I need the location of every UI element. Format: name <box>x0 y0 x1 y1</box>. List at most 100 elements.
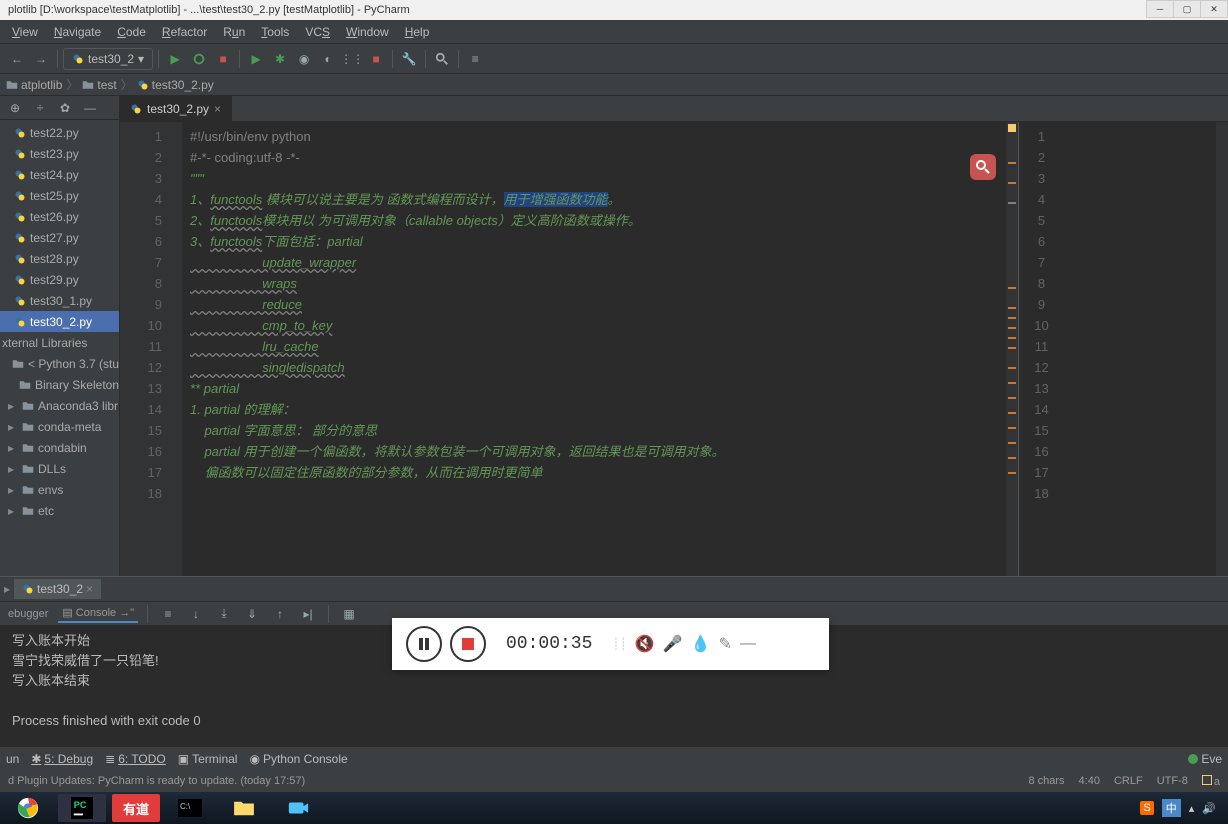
run-config-selector[interactable]: test30_2 ▾ <box>63 48 153 70</box>
target-icon[interactable]: ⊕ <box>4 97 26 119</box>
menu-window[interactable]: Window <box>338 22 397 42</box>
evaluate-icon[interactable]: ▦ <box>338 603 360 625</box>
draw-icon[interactable]: ✎ <box>719 634 732 654</box>
error-stripe[interactable] <box>1006 122 1018 576</box>
pycharm-app[interactable]: PC <box>58 794 106 822</box>
force-step-icon[interactable]: ⇓ <box>241 603 263 625</box>
concurrency-button[interactable]: ⋮⋮ <box>341 48 363 70</box>
minimize-rec-icon[interactable]: — <box>740 635 756 653</box>
menu-code[interactable]: Code <box>109 22 154 42</box>
tree-file[interactable]: test27.py <box>0 227 119 248</box>
tree-file[interactable]: test28.py <box>0 248 119 269</box>
close-icon[interactable]: × <box>214 102 221 116</box>
status-message[interactable]: d Plugin Updates: PyCharm is ready to up… <box>8 775 305 787</box>
menu-help[interactable]: Help <box>397 22 438 42</box>
menu-vcs[interactable]: VCS <box>297 22 338 42</box>
console-tab[interactable]: ▤ Console →" <box>58 604 138 623</box>
event-log-tab[interactable]: Eve <box>1188 752 1222 766</box>
menu-view[interactable]: View <box>4 22 46 42</box>
tree-file[interactable]: test29.py <box>0 269 119 290</box>
cmd-app[interactable]: C:\ <box>166 794 214 822</box>
explorer-app[interactable] <box>220 794 268 822</box>
stop-button[interactable]: ■ <box>212 48 234 70</box>
crumb-file[interactable]: test30_2.py <box>137 78 214 92</box>
run-to-cursor-icon[interactable]: ▸| <box>297 603 319 625</box>
code-editor[interactable]: #!/usr/bin/env python#-*- coding:utf-8 -… <box>182 122 1006 576</box>
volume-icon[interactable]: 🔊 <box>1202 802 1216 815</box>
close-icon[interactable]: × <box>86 582 93 596</box>
gear-icon[interactable]: ✿ <box>54 97 76 119</box>
step-into-my-icon[interactable]: ⤓ <box>213 603 235 625</box>
tree-lib-item[interactable]: ▸DLLs <box>0 458 119 479</box>
crumb-root[interactable]: atplotlib <box>6 78 62 92</box>
mic-icon[interactable]: 🎤 <box>663 634 683 654</box>
fold-gutter[interactable] <box>170 122 182 576</box>
tree-file[interactable]: test25.py <box>0 185 119 206</box>
tree-lib-item[interactable]: < Python 3.7 (study) <box>0 353 119 374</box>
debug-button[interactable] <box>188 48 210 70</box>
pause-button[interactable] <box>406 626 442 662</box>
run-tab[interactable]: un <box>6 752 19 766</box>
nav-back-button[interactable]: ← <box>6 48 28 70</box>
run-button[interactable]: ▶ <box>164 48 186 70</box>
minimize-button[interactable]: ─ <box>1146 0 1174 18</box>
python-console-tab[interactable]: ◉ Python Console <box>249 752 347 766</box>
line-gutter-right[interactable]: 123456789101112131415161718 <box>1019 122 1064 576</box>
menu-navigate[interactable]: Navigate <box>46 22 109 42</box>
hide-icon[interactable]: — <box>79 97 101 119</box>
menu-run[interactable]: Run <box>215 22 253 42</box>
maximize-button[interactable]: ▢ <box>1173 0 1201 18</box>
tree-lib-item[interactable]: ▸envs <box>0 479 119 500</box>
external-libraries-header[interactable]: xternal Libraries <box>0 332 119 353</box>
stop2-button[interactable]: ■ <box>365 48 387 70</box>
webcam-icon[interactable]: 💧 <box>691 634 711 654</box>
chrome-app[interactable] <box>4 794 52 822</box>
tree-file[interactable]: test22.py <box>0 122 119 143</box>
todo-tab[interactable]: ≣ 6: TODO <box>105 752 166 766</box>
tree-lib-item[interactable]: ▸Anaconda3 libr <box>0 395 119 416</box>
tree-lib-item[interactable]: ▸etc <box>0 500 119 521</box>
status-insert-mode[interactable]: a <box>1202 775 1220 788</box>
debug2-button[interactable]: ✱ <box>269 48 291 70</box>
mute-icon[interactable]: 🔇 <box>635 634 655 654</box>
sogou-ime-icon[interactable]: S <box>1140 801 1153 815</box>
error-stripe-right[interactable] <box>1216 122 1228 576</box>
tree-lib-item[interactable]: Binary Skeleton <box>0 374 119 395</box>
status-line-separator[interactable]: CRLF <box>1114 775 1143 788</box>
status-encoding[interactable]: UTF-8 <box>1157 775 1188 788</box>
profile-button[interactable]: ◐ <box>317 48 339 70</box>
tree-file[interactable]: test26.py <box>0 206 119 227</box>
step-into-icon[interactable]: ↓ <box>185 603 207 625</box>
menu-refactor[interactable]: Refactor <box>154 22 215 42</box>
collapse-icon[interactable]: ÷ <box>29 97 51 119</box>
close-button[interactable]: ✕ <box>1200 0 1228 18</box>
tree-file[interactable]: test23.py <box>0 143 119 164</box>
tree-file[interactable]: test30_2.py <box>0 311 119 332</box>
tree-lib-item[interactable]: ▸condabin <box>0 437 119 458</box>
debug-tab-bottom[interactable]: ✱ 5: Debug <box>31 752 93 766</box>
tray-up-icon[interactable]: ▴ <box>1189 802 1195 815</box>
line-gutter[interactable]: 123456789101112131415161718 <box>120 122 170 576</box>
youdao-app[interactable]: 有道 <box>112 794 160 822</box>
coverage-button[interactable]: ◉ <box>293 48 315 70</box>
debug-tab[interactable]: test30_2 × <box>14 579 101 599</box>
run2-button[interactable]: ▶ <box>245 48 267 70</box>
step-out-icon[interactable]: ↑ <box>269 603 291 625</box>
project-tree[interactable]: test22.pytest23.pytest24.pytest25.pytest… <box>0 120 119 576</box>
search-icon[interactable] <box>431 48 453 70</box>
crumb-test[interactable]: test <box>82 78 116 92</box>
step-over-icon[interactable]: ≡ <box>157 603 179 625</box>
tree-file[interactable]: test24.py <box>0 164 119 185</box>
nav-forward-button[interactable]: → <box>30 48 52 70</box>
search-bubble[interactable] <box>970 154 996 180</box>
editor-tab-active[interactable]: test30_2.py × <box>120 96 232 121</box>
camera-app[interactable] <box>274 794 322 822</box>
status-position[interactable]: 4:40 <box>1079 775 1100 788</box>
tree-file[interactable]: test30_1.py <box>0 290 119 311</box>
terminal-tab[interactable]: ▣ Terminal <box>178 752 238 766</box>
structure-icon[interactable]: ≡ <box>464 48 486 70</box>
stop-record-button[interactable] <box>450 626 486 662</box>
menu-tools[interactable]: Tools <box>253 22 297 42</box>
tree-lib-item[interactable]: ▸conda-meta <box>0 416 119 437</box>
wrench-icon[interactable]: 🔧 <box>398 48 420 70</box>
